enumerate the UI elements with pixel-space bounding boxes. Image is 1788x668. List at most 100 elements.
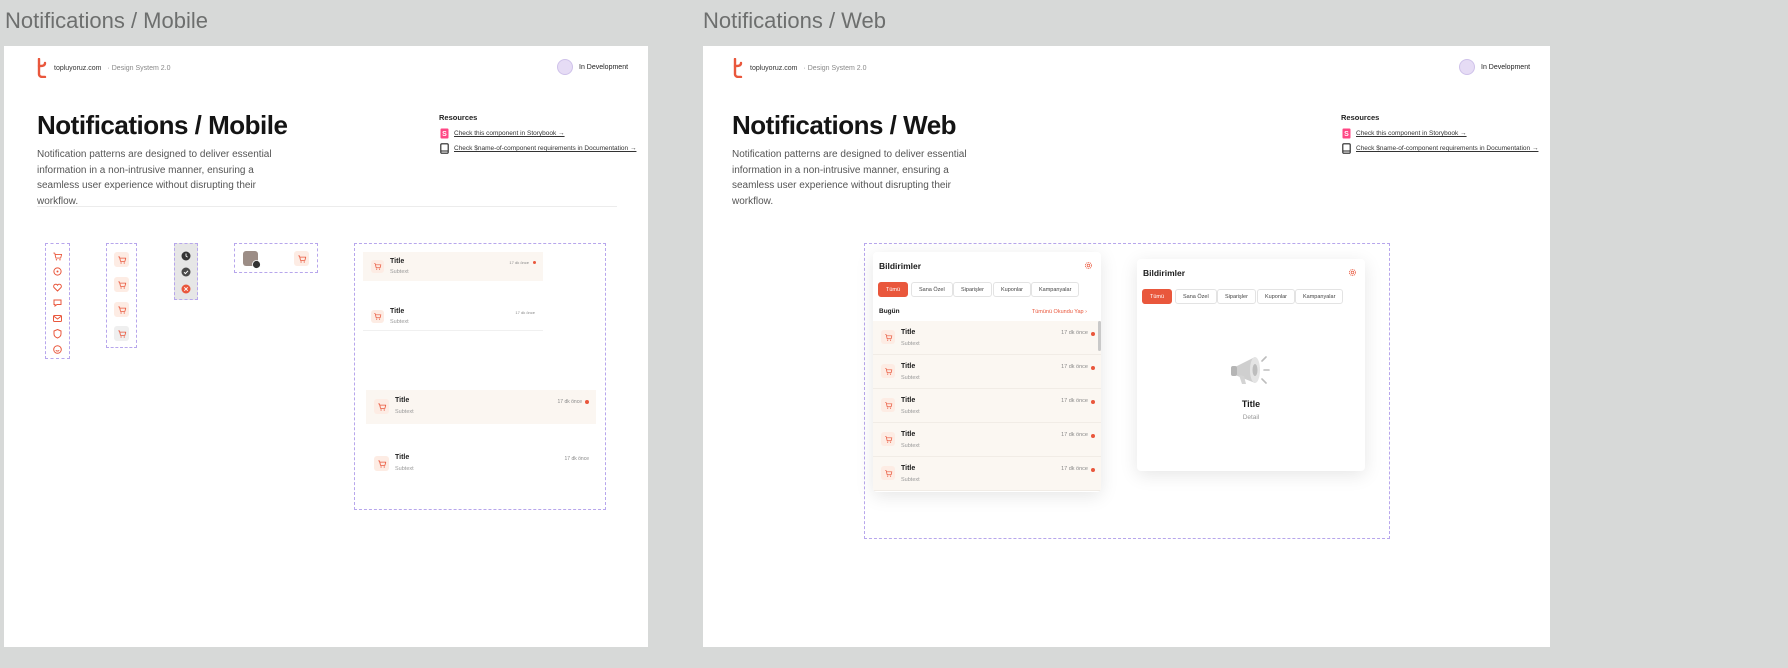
logo-icon (732, 58, 744, 78)
status-badge: In Development (557, 59, 628, 75)
tab-coupons[interactable]: Kuponlar (1257, 289, 1296, 304)
gear-icon[interactable] (1084, 261, 1093, 270)
cart-icon (884, 469, 893, 478)
mobile-notification-item[interactable]: Title Subtext 17 dk önce (366, 390, 596, 424)
mark-all-read-link[interactable]: Tümünü Okundu Yap › (1032, 309, 1087, 315)
web-notification-item[interactable]: Title Subtext 17 dk önce (873, 355, 1101, 389)
logo-icon (36, 58, 48, 78)
cart-tile (371, 310, 384, 323)
status-dot-icon (1459, 59, 1475, 75)
empty-state-title: Title (1241, 399, 1261, 409)
tab-orders[interactable]: Siparişler (1217, 289, 1256, 304)
status-badges-outline (174, 243, 198, 300)
book-icon (1341, 143, 1351, 154)
notification-title: Title (390, 258, 405, 265)
book-icon (439, 143, 449, 154)
brand-name: topluyoruz.com (54, 64, 102, 72)
unread-dot (1091, 332, 1095, 336)
web-notification-item[interactable]: Title Subtext 17 dk önce (873, 457, 1101, 491)
mobile-notification-item[interactable]: Title Subtext 17 dk önce (363, 302, 543, 331)
docs-link[interactable]: Check $name-of-component requirements in… (439, 143, 636, 154)
svg-text:S: S (1344, 131, 1349, 138)
notification-subtitle: Subtext (395, 466, 414, 472)
mobile-notification-item[interactable]: Title Subtext 17 dk önce (363, 252, 543, 281)
docs-link[interactable]: Check $name-of-component requirements in… (1341, 143, 1538, 154)
cart-tile (374, 399, 389, 414)
cart-tile-disabled (114, 326, 129, 341)
megaphone-icon (1231, 356, 1270, 384)
gear-icon[interactable] (1348, 268, 1357, 277)
cart-tile (881, 330, 895, 344)
tab-for-you[interactable]: Sana Özel (1175, 289, 1217, 304)
notification-time: 17 dk önce (1061, 466, 1088, 472)
mail-icon (53, 315, 62, 322)
cart-icon (117, 305, 127, 315)
tab-all[interactable]: Tümü (1142, 289, 1173, 304)
status-label: In Development (1481, 63, 1531, 71)
cart-tile (374, 456, 389, 471)
tab-campaigns[interactable]: Kampanyalar (1295, 289, 1344, 304)
icon-column-outline (45, 243, 70, 359)
notification-time: 17 dk önce (1061, 364, 1088, 370)
cart-icon (884, 367, 893, 376)
web-notification-item[interactable]: Title Subtext 17 dk önce (873, 321, 1101, 355)
page-title: Notifications / Web (732, 110, 957, 140)
notification-subtitle: Subtext (390, 319, 409, 325)
smile-icon (53, 345, 62, 354)
notification-subtitle: Subtext (901, 477, 920, 483)
cart-icon (373, 262, 382, 271)
cart-icon (377, 459, 387, 469)
cart-tile (881, 398, 895, 412)
mark-all-read-label: Tümünü Okundu Yap (1031, 309, 1084, 315)
notification-subtitle: Subtext (901, 443, 920, 449)
brand[interactable]: topluyoruz.com · Design System 2.0 (732, 58, 867, 78)
web-notification-item[interactable]: Title Subtext 17 dk önce (873, 389, 1101, 423)
status-label: In Development (579, 63, 629, 71)
frame-label-web: Notifications / Web (703, 8, 887, 33)
cart-icon (117, 329, 127, 339)
cart-tile (114, 302, 129, 317)
notification-list[interactable]: Title Subtext 17 dk önce Title Subtext 1… (873, 321, 1101, 492)
tab-for-you[interactable]: Sana Özel (911, 282, 953, 297)
resources-title: Resources (1341, 113, 1380, 122)
notification-time: 17 dk önce (515, 310, 535, 315)
clock-badge-icon (181, 251, 191, 261)
cart-icon (52, 251, 63, 262)
brand[interactable]: topluyoruz.com · Design System 2.0 (36, 58, 171, 78)
notification-time: 17 dk önce (557, 399, 582, 405)
mobile-notification-item[interactable]: Title Subtext 17 dk önce (366, 447, 596, 481)
resources-title: Resources (439, 113, 478, 122)
web-notification-item[interactable]: Title Subtext 17 dk önce (873, 423, 1101, 457)
notification-title: Title (901, 397, 916, 404)
notification-subtitle: Subtext (395, 409, 414, 415)
error-badge-icon (181, 284, 191, 294)
tab-orders[interactable]: Siparişler (953, 282, 992, 297)
notification-title: Title (901, 431, 916, 438)
tab-campaigns[interactable]: Kampanyalar (1031, 282, 1080, 297)
icon-tile-column-outline (106, 243, 137, 348)
notification-subtitle: Subtext (901, 375, 920, 381)
notification-time: 17 dk önce (1061, 398, 1088, 404)
notification-title: Title (395, 454, 410, 461)
tab-all[interactable]: Tümü (878, 282, 909, 297)
storybook-link[interactable]: S Check this component in Storybook → (439, 128, 565, 139)
cart-tile (294, 251, 309, 266)
storybook-link[interactable]: S Check this component in Storybook → (1341, 128, 1467, 139)
status-badge: In Development (1459, 59, 1530, 75)
cart-tile (881, 364, 895, 378)
cart-icon (884, 435, 893, 444)
notification-time: 17 dk önce (509, 260, 529, 265)
notification-title: Title (901, 465, 916, 472)
empty-state-detail: Detail (1242, 414, 1260, 421)
heart-icon (53, 283, 62, 292)
storybook-icon: S (1341, 128, 1351, 139)
notification-title: Title (390, 308, 405, 315)
tab-coupons[interactable]: Kuponlar (993, 282, 1032, 297)
notification-title: Title (901, 363, 916, 370)
docs-link-label: Check $name-of-component requirements in… (454, 145, 637, 152)
chat-icon (53, 299, 62, 307)
cart-tile (881, 432, 895, 446)
mobile-notifications-outline: Title Subtext 17 dk önce Title Subtext 1… (354, 243, 606, 510)
scrollbar-thumb[interactable] (1098, 321, 1101, 351)
notifications-empty-panel: Bildirimler Tümü Sana Özel Siparişler Ku… (1137, 259, 1365, 471)
